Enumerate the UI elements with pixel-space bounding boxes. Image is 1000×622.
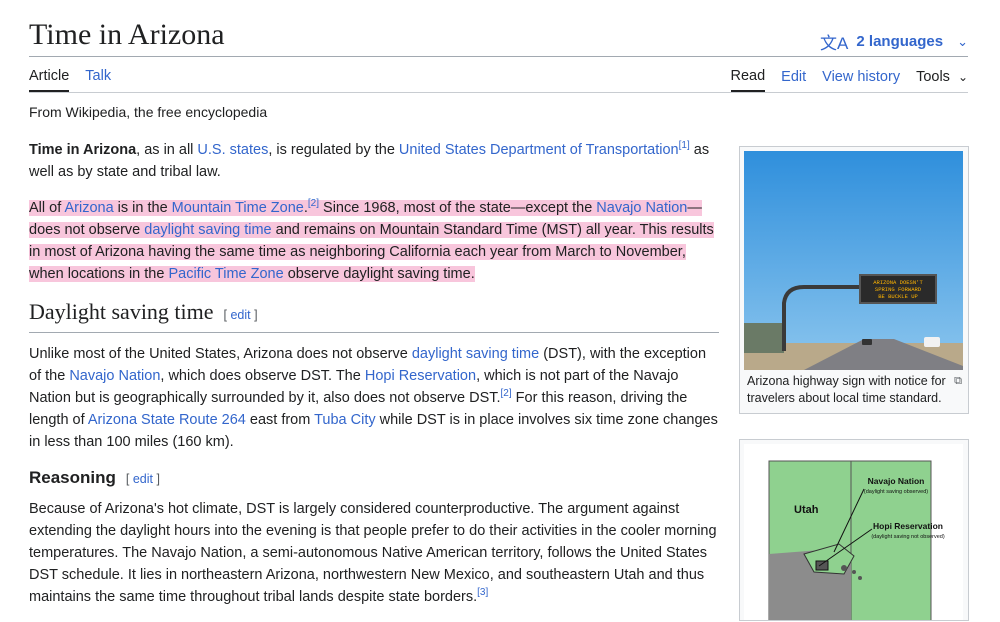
text: Because of Arizona's hot climate, DST is… [29, 501, 717, 605]
text: Since 1968, most of the state—except the [319, 200, 597, 216]
heading-text: Daylight saving time [29, 299, 214, 324]
highway-sign-figure: ARIZONA DOESN'T SPRING FORWARD BE BUCKLE… [739, 146, 969, 414]
text: is in the [113, 200, 172, 216]
title-divider [29, 56, 968, 57]
link-navajo-nation[interactable]: Navajo Nation [596, 200, 687, 216]
view-tabs: Read Edit View history Tools ⌄ [730, 68, 968, 92]
chevron-down-icon: ⌄ [957, 33, 968, 49]
link-navajo-nation[interactable]: Navajo Nation [69, 368, 160, 384]
citation-2[interactable]: [2] [308, 198, 319, 209]
text: Unlike most of the United States, Arizon… [29, 346, 412, 362]
dst-paragraph: Unlike most of the United States, Arizon… [29, 343, 719, 453]
tools-menu[interactable]: Tools ⌄ [916, 69, 968, 91]
map-label-navajo: Navajo Nation [868, 476, 925, 486]
citation-1[interactable]: [1] [679, 140, 690, 151]
tabs-divider [29, 92, 968, 93]
sign-line-2: SPRING FORWARD [875, 286, 922, 293]
namespace-tabs: Article Talk [29, 68, 111, 92]
intro-paragraph-1: Time in Arizona, as in all U.S. states, … [29, 139, 719, 183]
section-heading-dst: Daylight saving time [ edit ] [29, 301, 719, 333]
tagline: From Wikipedia, the free encyclopedia [29, 104, 268, 120]
map-label-hopi: Hopi Reservation [873, 521, 943, 531]
link-daylight-saving-time[interactable]: daylight saving time [412, 346, 539, 362]
link-mountain-time-zone[interactable]: Mountain Time Zone [172, 200, 304, 216]
edit-dst-link[interactable]: edit [230, 308, 250, 322]
link-arizona[interactable]: Arizona [64, 200, 113, 216]
edit-section-link: [ edit ] [223, 308, 258, 322]
tab-view-history[interactable]: View history [822, 69, 900, 91]
highway-sign-image[interactable]: ARIZONA DOESN'T SPRING FORWARD BE BUCKLE… [744, 151, 963, 370]
tab-article[interactable]: Article [29, 68, 70, 92]
text: , is regulated by the [268, 142, 399, 158]
tools-label: Tools [916, 69, 950, 85]
map-label-utah: Utah [794, 504, 819, 516]
link-pacific-time-zone[interactable]: Pacific Time Zone [168, 266, 283, 282]
map-label-hopi-note: (daylight saving not observed) [871, 534, 945, 540]
section-heading-reasoning: Reasoning [ edit ] [29, 467, 719, 490]
reasoning-paragraph: Because of Arizona's hot climate, DST is… [29, 498, 719, 608]
map-label-navajo-note: (daylight saving observed) [864, 489, 928, 495]
link-state-route-264[interactable]: Arizona State Route 264 [88, 412, 246, 428]
link-tuba-city[interactable]: Tuba City [314, 412, 376, 428]
text: , as in all [136, 142, 198, 158]
sign-line-3: BE BUCKLE UP [878, 293, 918, 300]
heading-text: Reasoning [29, 468, 116, 487]
edit-section-link: [ edit ] [125, 472, 160, 486]
language-selector[interactable]: 文A 2 languages ⌄ [820, 29, 968, 54]
map-image[interactable]: Utah Navajo Nation (daylight saving obse… [744, 444, 963, 620]
tab-read[interactable]: Read [730, 68, 766, 92]
edit-reasoning-link[interactable]: edit [133, 472, 153, 486]
citation-2[interactable]: [2] [501, 388, 512, 399]
tab-edit[interactable]: Edit [781, 69, 806, 91]
link-us-states[interactable]: U.S. states [197, 142, 268, 158]
figure-caption: Arizona highway sign with notice for tra… [747, 374, 946, 405]
text: All of [29, 200, 65, 216]
intro-paragraph-2: All of Arizona is in the Mountain Time Z… [29, 198, 714, 282]
link-hopi-reservation[interactable]: Hopi Reservation [365, 368, 476, 384]
tab-talk[interactable]: Talk [85, 68, 111, 92]
article-body: Time in Arizona, as in all U.S. states, … [29, 139, 719, 622]
text: observe daylight saving time. [283, 266, 475, 282]
citation-3[interactable]: [3] [477, 587, 488, 598]
sign-line-1: ARIZONA DOESN'T [873, 279, 923, 286]
map-figure: Utah Navajo Nation (daylight saving obse… [739, 439, 969, 621]
text: east from [245, 412, 315, 428]
chevron-down-icon: ⌄ [957, 70, 968, 84]
bold-term: Time in Arizona [29, 142, 137, 158]
translate-icon: 文A [820, 34, 849, 53]
language-count-label: 2 languages [856, 33, 944, 50]
link-usdot[interactable]: United States Department of Transportati… [399, 142, 679, 158]
enlarge-icon[interactable]: ⧉ [954, 375, 962, 388]
page-title: Time in Arizona [29, 18, 225, 51]
link-daylight-saving-time[interactable]: daylight saving time [144, 222, 271, 238]
text: , which does observe DST. The [160, 368, 365, 384]
